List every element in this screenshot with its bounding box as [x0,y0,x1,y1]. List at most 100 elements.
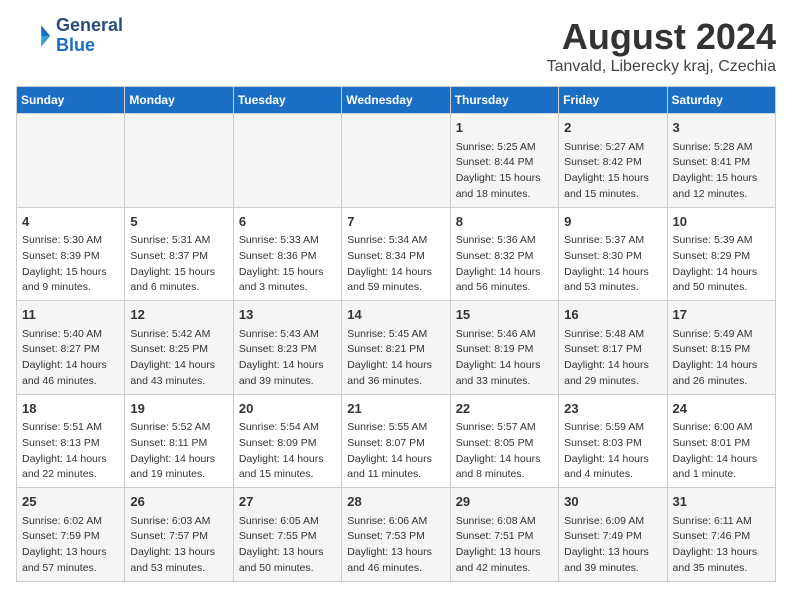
day-detail: Sunrise: 6:05 AM [239,514,336,530]
day-detail: Daylight: 14 hours [673,358,770,374]
day-detail: Sunrise: 5:36 AM [456,233,553,249]
calendar-cell: 8Sunrise: 5:36 AMSunset: 8:32 PMDaylight… [450,207,558,301]
calendar-week-5: 25Sunrise: 6:02 AMSunset: 7:59 PMDayligh… [17,488,776,582]
day-detail: and 1 minute. [673,467,770,483]
weekday-header-saturday: Saturday [667,87,775,114]
day-detail: Sunset: 8:37 PM [130,249,227,265]
day-detail: Sunset: 7:55 PM [239,529,336,545]
calendar-cell: 7Sunrise: 5:34 AMSunset: 8:34 PMDaylight… [342,207,450,301]
day-detail: and 4 minutes. [564,467,661,483]
day-number: 9 [564,212,661,232]
day-detail: Sunset: 8:44 PM [456,155,553,171]
calendar-cell [342,114,450,208]
calendar-week-1: 1Sunrise: 5:25 AMSunset: 8:44 PMDaylight… [17,114,776,208]
day-detail: Sunrise: 5:48 AM [564,327,661,343]
logo-line2: Blue [56,36,123,56]
day-number: 14 [347,305,444,325]
calendar-cell: 1Sunrise: 5:25 AMSunset: 8:44 PMDaylight… [450,114,558,208]
day-detail: Sunrise: 5:43 AM [239,327,336,343]
day-detail: Sunset: 7:57 PM [130,529,227,545]
calendar-cell: 10Sunrise: 5:39 AMSunset: 8:29 PMDayligh… [667,207,775,301]
calendar-cell: 29Sunrise: 6:08 AMSunset: 7:51 PMDayligh… [450,488,558,582]
day-detail: Sunrise: 6:11 AM [673,514,770,530]
day-detail: Sunset: 8:21 PM [347,342,444,358]
day-detail: Sunrise: 5:54 AM [239,420,336,436]
day-number: 28 [347,492,444,512]
day-detail: Sunrise: 6:03 AM [130,514,227,530]
day-detail: Sunrise: 5:45 AM [347,327,444,343]
day-detail: and 46 minutes. [22,374,119,390]
day-detail: Sunrise: 6:08 AM [456,514,553,530]
day-detail: and 43 minutes. [130,374,227,390]
day-detail: and 22 minutes. [22,467,119,483]
day-number: 10 [673,212,770,232]
day-detail: Sunset: 7:51 PM [456,529,553,545]
day-detail: Sunset: 8:39 PM [22,249,119,265]
logo: General Blue [16,16,123,56]
day-detail: Daylight: 14 hours [564,358,661,374]
day-detail: Sunrise: 5:33 AM [239,233,336,249]
day-detail: Daylight: 14 hours [564,452,661,468]
day-detail: Sunset: 7:46 PM [673,529,770,545]
day-detail: Sunrise: 5:25 AM [456,140,553,156]
calendar-cell: 9Sunrise: 5:37 AMSunset: 8:30 PMDaylight… [559,207,667,301]
day-detail: Sunset: 8:03 PM [564,436,661,452]
day-detail: Daylight: 14 hours [22,452,119,468]
day-detail: Sunset: 8:34 PM [347,249,444,265]
day-number: 30 [564,492,661,512]
day-detail: Daylight: 13 hours [130,545,227,561]
day-detail: and 42 minutes. [456,561,553,577]
day-detail: Daylight: 14 hours [564,265,661,281]
day-number: 6 [239,212,336,232]
day-detail: Sunset: 8:19 PM [456,342,553,358]
calendar-cell: 5Sunrise: 5:31 AMSunset: 8:37 PMDaylight… [125,207,233,301]
day-detail: Daylight: 14 hours [673,265,770,281]
day-detail: Sunrise: 5:34 AM [347,233,444,249]
day-detail: and 56 minutes. [456,280,553,296]
day-number: 12 [130,305,227,325]
day-detail: Sunset: 8:13 PM [22,436,119,452]
calendar-cell: 18Sunrise: 5:51 AMSunset: 8:13 PMDayligh… [17,394,125,488]
day-detail: and 53 minutes. [130,561,227,577]
calendar-week-2: 4Sunrise: 5:30 AMSunset: 8:39 PMDaylight… [17,207,776,301]
day-detail: and 12 minutes. [673,187,770,203]
weekday-header-friday: Friday [559,87,667,114]
day-number: 1 [456,118,553,138]
day-detail: and 8 minutes. [456,467,553,483]
day-detail: and 39 minutes. [564,561,661,577]
calendar-cell [125,114,233,208]
weekday-header-row: SundayMondayTuesdayWednesdayThursdayFrid… [17,87,776,114]
weekday-header-sunday: Sunday [17,87,125,114]
day-detail: Sunset: 7:59 PM [22,529,119,545]
day-detail: Sunset: 8:30 PM [564,249,661,265]
day-detail: and 3 minutes. [239,280,336,296]
day-number: 7 [347,212,444,232]
day-number: 23 [564,399,661,419]
day-detail: and 39 minutes. [239,374,336,390]
calendar-cell: 22Sunrise: 5:57 AMSunset: 8:05 PMDayligh… [450,394,558,488]
day-number: 27 [239,492,336,512]
calendar-cell: 20Sunrise: 5:54 AMSunset: 8:09 PMDayligh… [233,394,341,488]
day-detail: and 18 minutes. [456,187,553,203]
day-detail: Sunrise: 5:30 AM [22,233,119,249]
day-number: 13 [239,305,336,325]
title-block: August 2024 Tanvald, Liberecky kraj, Cze… [547,16,776,76]
day-detail: and 50 minutes. [673,280,770,296]
calendar-cell: 16Sunrise: 5:48 AMSunset: 8:17 PMDayligh… [559,301,667,395]
day-detail: Sunset: 8:09 PM [239,436,336,452]
day-detail: Sunset: 7:53 PM [347,529,444,545]
day-number: 24 [673,399,770,419]
calendar-cell: 11Sunrise: 5:40 AMSunset: 8:27 PMDayligh… [17,301,125,395]
day-number: 15 [456,305,553,325]
day-detail: and 53 minutes. [564,280,661,296]
calendar-cell: 14Sunrise: 5:45 AMSunset: 8:21 PMDayligh… [342,301,450,395]
day-detail: Sunrise: 5:49 AM [673,327,770,343]
logo-icon [16,18,52,54]
day-detail: Sunrise: 5:39 AM [673,233,770,249]
day-detail: and 15 minutes. [564,187,661,203]
day-detail: Sunrise: 5:55 AM [347,420,444,436]
day-detail: Daylight: 13 hours [22,545,119,561]
calendar-cell: 24Sunrise: 6:00 AMSunset: 8:01 PMDayligh… [667,394,775,488]
weekday-header-thursday: Thursday [450,87,558,114]
day-detail: Daylight: 14 hours [456,358,553,374]
